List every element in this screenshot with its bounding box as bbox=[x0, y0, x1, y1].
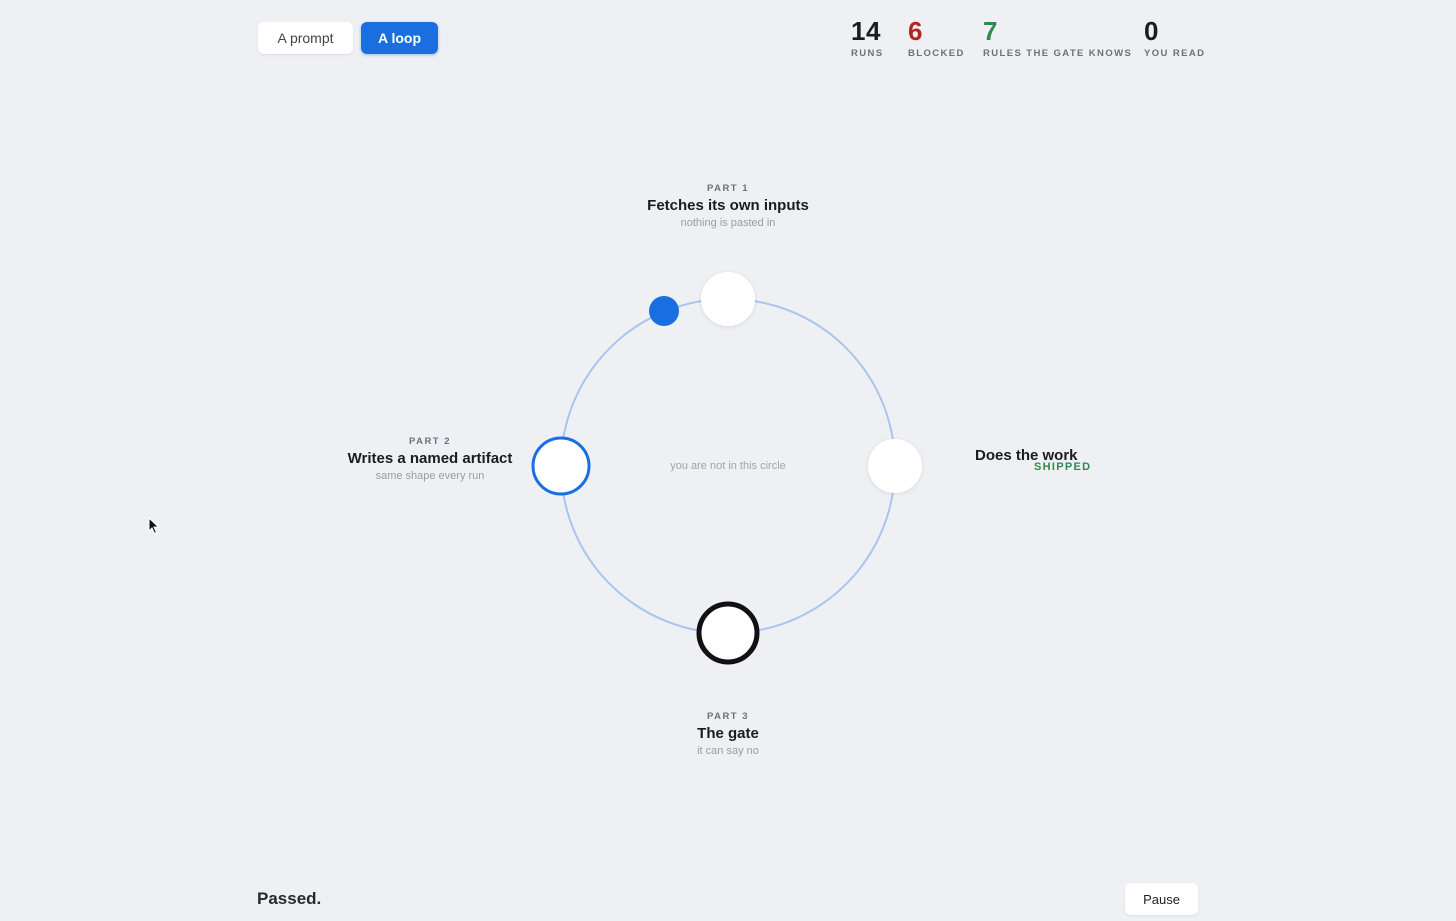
center-note: you are not in this circle bbox=[670, 460, 786, 472]
part3-label: PART 3 The gate it can say no bbox=[628, 711, 828, 757]
part1-subtitle: nothing is pasted in bbox=[680, 217, 776, 229]
run-token bbox=[649, 296, 679, 326]
loop-demo-screen: A prompt A loop 14 RUNS 6 BLOCKED 7 RULE… bbox=[0, 0, 1456, 921]
part3-title: The gate bbox=[697, 725, 759, 742]
part3-tag: PART 3 bbox=[706, 711, 750, 722]
gate-node[interactable] bbox=[696, 601, 760, 665]
part1-tag: PART 1 bbox=[706, 183, 750, 194]
work-node[interactable] bbox=[868, 439, 922, 493]
part1-title: Fetches its own inputs bbox=[647, 197, 809, 214]
part1-label: PART 1 Fetches its own inputs nothing is… bbox=[628, 183, 828, 229]
part2-title: Writes a named artifact bbox=[347, 450, 513, 467]
part2-tag: PART 2 bbox=[408, 436, 452, 447]
part3-subtitle: it can say no bbox=[697, 745, 759, 757]
shipped-badge: SHIPPED bbox=[1034, 461, 1092, 473]
part1-node[interactable] bbox=[701, 272, 755, 326]
pause-button[interactable]: Pause bbox=[1125, 883, 1198, 915]
mouse-cursor-icon bbox=[148, 517, 160, 535]
part2-subtitle: same shape every run bbox=[375, 470, 485, 482]
run-status: Passed. bbox=[257, 889, 322, 908]
part2-node[interactable] bbox=[531, 436, 591, 496]
part2-label: PART 2 Writes a named artifact same shap… bbox=[330, 436, 530, 482]
